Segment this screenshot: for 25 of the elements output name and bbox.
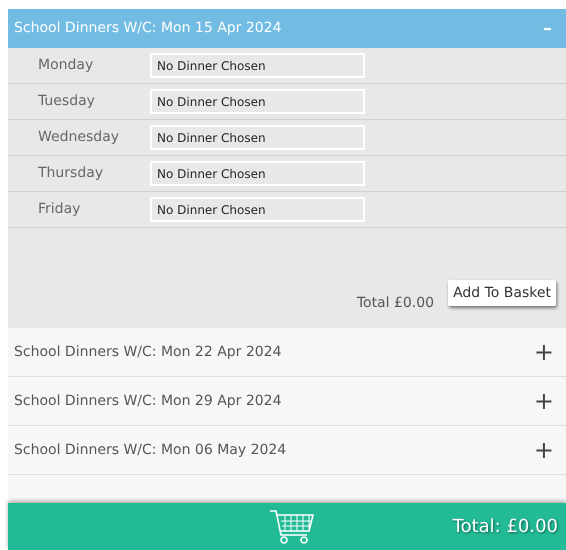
dinner-select[interactable]: No Dinner Chosen	[150, 125, 365, 150]
accordion-header[interactable]: School Dinners W/C: Mon 29 Apr 2024 +	[8, 377, 566, 426]
accordion-header[interactable]	[8, 475, 566, 503]
day-label: Friday	[38, 200, 82, 219]
week-title: School Dinners W/C: Mon 22 Apr 2024	[14, 342, 282, 362]
dinner-select[interactable]: No Dinner Chosen	[150, 89, 365, 114]
week-title: School Dinners W/C: Mon 15 Apr 2024	[14, 19, 282, 38]
accordion-header[interactable]: School Dinners W/C: Mon 22 Apr 2024 +	[8, 328, 566, 377]
week-title: School Dinners W/C: Mon 29 Apr 2024	[14, 392, 282, 410]
day-label: Tuesday	[38, 92, 96, 111]
week-title: School Dinners W/C: Mon 06 May 2024	[14, 440, 286, 460]
dinner-select[interactable]: No Dinner Chosen	[150, 197, 365, 222]
cart-icon[interactable]	[269, 508, 315, 544]
add-to-basket-button[interactable]: Add To Basket	[448, 280, 556, 306]
accordion-header[interactable]: School Dinners W/C: Mon 06 May 2024 +	[8, 426, 566, 475]
week-total: Total £0.00	[356, 294, 434, 313]
day-label: Wednesday	[38, 128, 120, 147]
expand-toggle[interactable]: +	[534, 340, 554, 364]
expand-toggle[interactable]: +	[534, 438, 554, 462]
day-label: Thursday	[38, 164, 104, 183]
dinner-select[interactable]: No Dinner Chosen	[150, 161, 365, 186]
basket-total: Total: £0.00	[452, 515, 558, 539]
expand-toggle[interactable]: +	[534, 389, 554, 413]
dinner-select[interactable]: No Dinner Chosen	[150, 53, 365, 78]
day-label: Monday	[38, 56, 94, 75]
